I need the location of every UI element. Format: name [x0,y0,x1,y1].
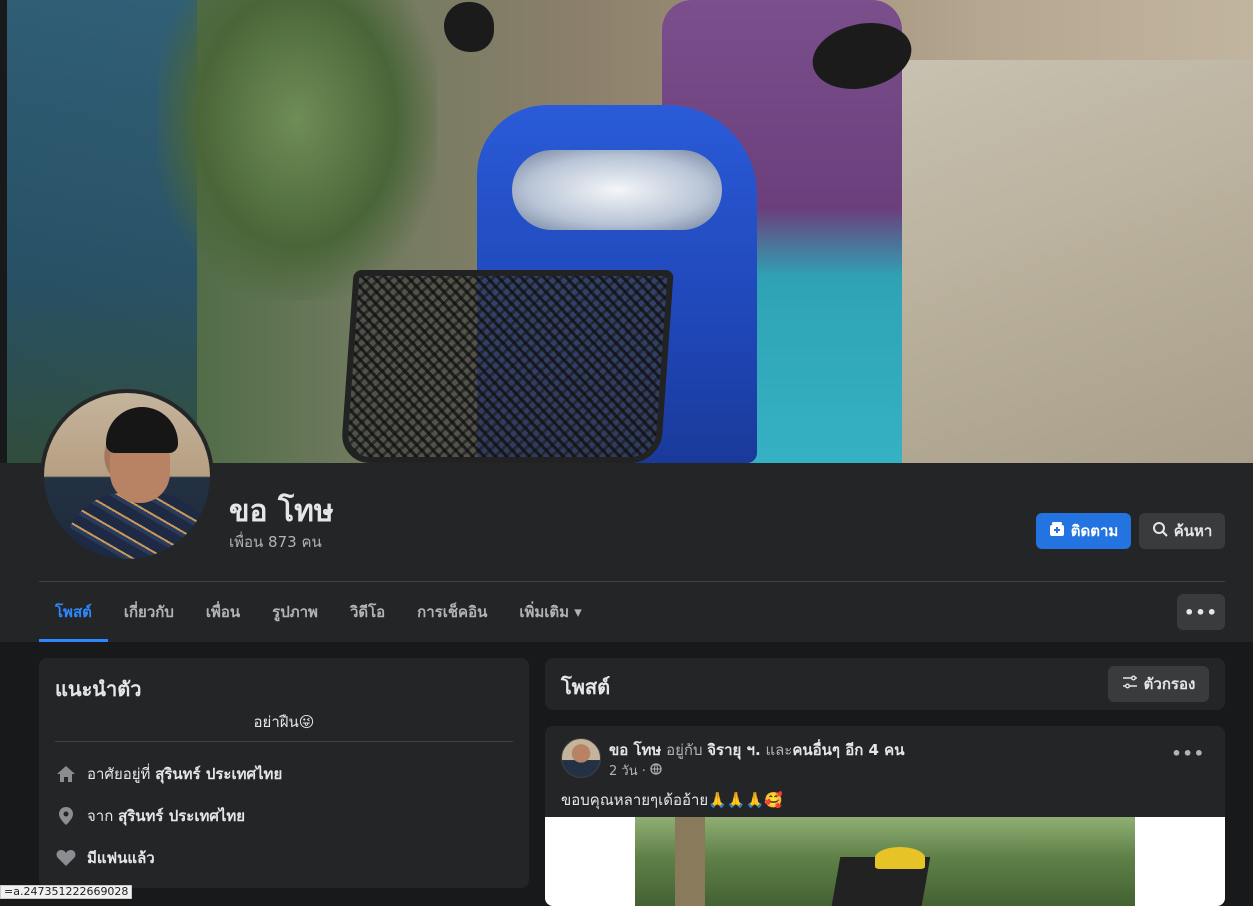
lives-in-row: อาศัยอยู่ที่ สุรินทร์ ประเทศไทย [55,762,282,786]
post-image[interactable] [545,817,1225,906]
from-value[interactable]: สุรินทร์ ประเทศไทย [118,807,245,825]
profile-name: ขอ โทษ [229,494,334,529]
home-icon [55,763,77,785]
post-meta: 2 วัน · [609,760,662,781]
post-author-avatar[interactable] [561,738,601,778]
tab-videos[interactable]: วิดีโอ [334,582,401,642]
post-text: ขอบคุณหลายๆเด้ออ้าย🙏🙏🙏🥰 [561,791,783,809]
intro-divider [55,741,513,742]
relationship-status: มีแฟนแล้ว [87,849,155,867]
heart-icon [55,847,77,869]
tab-more[interactable]: เพิ่มเติม ▾ [503,582,597,642]
profile-tabs: โพสต์ เกี่ยวกับ เพื่อน รูปภาพ วิดีโอ การ… [39,582,598,642]
post-time[interactable]: 2 วัน · [609,760,646,781]
tagged-others[interactable]: คนอื่นๆ อีก 4 คน [792,741,904,759]
globe-icon [650,762,662,779]
post-header-line: ขอ โทษ อยู่กับ จิรายุ ฯ. และคนอื่นๆ อีก … [609,738,904,762]
with-text: อยู่กับ [661,741,708,759]
filter-icon [1122,674,1138,694]
follow-button[interactable]: ติดตาม [1036,513,1131,549]
search-label: ค้นหา [1173,522,1213,540]
lives-value[interactable]: สุรินทร์ ประเทศไทย [155,765,282,783]
tagged-person[interactable]: จิรายุ ฯ. [707,741,760,759]
search-button[interactable]: ค้นหา [1139,513,1225,549]
cover-photo[interactable] [7,0,1253,463]
search-icon [1152,521,1168,541]
tab-about[interactable]: เกี่ยวกับ [108,582,190,642]
tab-friends[interactable]: เพื่อน [190,582,256,642]
from-row: จาก สุรินทร์ ประเทศไทย [55,804,245,828]
tab-posts[interactable]: โพสต์ [39,582,108,642]
more-options-button[interactable]: ••• [1177,594,1225,630]
friend-count[interactable]: เพื่อน 873 คน [229,530,322,554]
tab-photos[interactable]: รูปภาพ [256,582,334,642]
post-options-button[interactable]: ••• [1171,744,1205,763]
post-card: ขอ โทษ อยู่กับ จิรายุ ฯ. และคนอื่นๆ อีก … [545,726,1225,906]
relationship-row: มีแฟนแล้ว [55,846,155,870]
tab-checkins[interactable]: การเช็คอิน [401,582,503,642]
filter-button[interactable]: ตัวกรอง [1108,666,1209,702]
status-bar-url: =a.247351222669028 [0,885,133,899]
posts-header: โพสต์ ตัวกรอง [545,658,1225,710]
post-author[interactable]: ขอ โทษ [609,741,661,759]
location-pin-icon [55,805,77,827]
intro-card: แนะนำตัว อย่าฝืน😜 อาศัยอยู่ที่ สุรินทร์ … [39,658,529,888]
from-prefix: จาก [87,807,119,825]
profile-avatar[interactable] [40,389,214,563]
follow-label: ติดตาม [1070,522,1119,540]
follow-icon [1049,521,1065,541]
posts-title: โพสต์ [561,675,611,699]
and-text: และ [760,741,793,759]
filter-label: ตัวกรอง [1143,675,1196,693]
bio-text: อย่าฝืน😜 [253,713,315,731]
lives-prefix: อาศัยอยู่ที่ [87,765,156,783]
intro-title: แนะนำตัว [55,677,142,701]
